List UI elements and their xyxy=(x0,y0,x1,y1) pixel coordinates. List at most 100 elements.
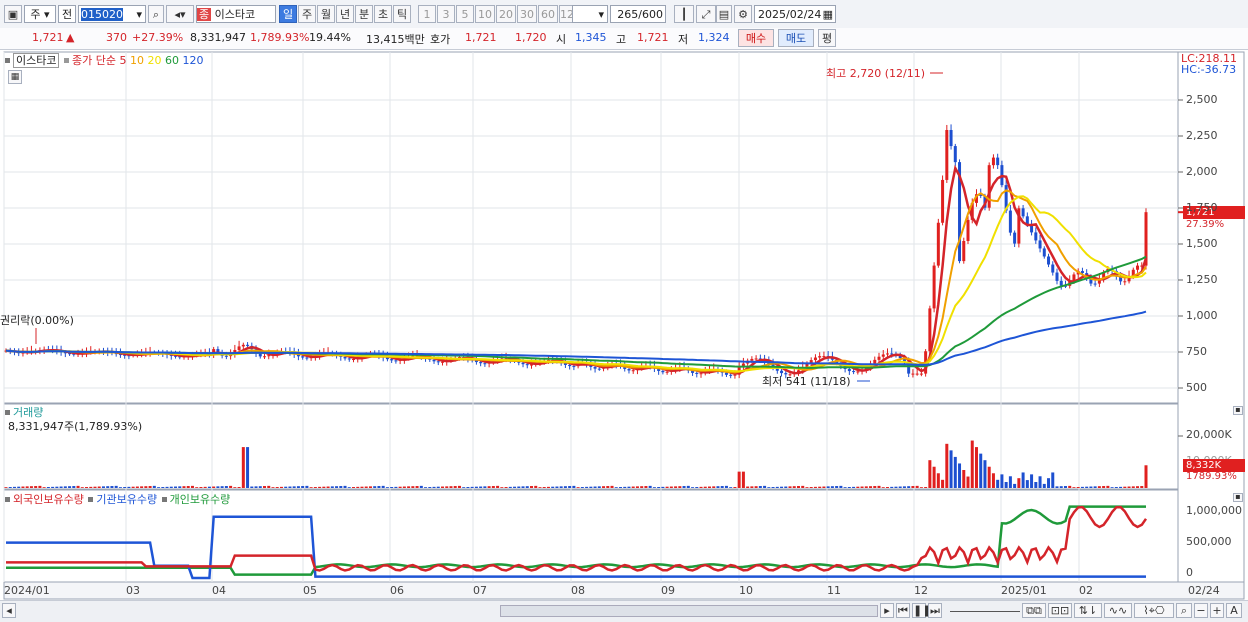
candle-body xyxy=(695,372,699,374)
volume-bar xyxy=(241,447,245,488)
volume-bar xyxy=(114,485,118,488)
volume-bar xyxy=(953,456,957,488)
calculator-icon[interactable]: ▦ xyxy=(8,70,22,84)
volume-bar xyxy=(1034,482,1038,488)
volume-bar xyxy=(101,486,105,488)
candle-body xyxy=(987,165,991,208)
volume-bar xyxy=(860,486,864,488)
volume-bar xyxy=(784,486,788,488)
volume-bar xyxy=(962,470,966,488)
candle-body xyxy=(818,356,822,358)
volume-bar xyxy=(856,486,860,488)
tools-icon[interactable]: ⌇⌖⎔ xyxy=(1134,603,1174,618)
scroll-right-icon[interactable]: ▸ xyxy=(880,603,894,618)
zoom-slider[interactable] xyxy=(950,607,1020,612)
volume-bar xyxy=(589,486,593,488)
legend-ma-20: 20 xyxy=(147,54,165,67)
volume-bar xyxy=(818,486,822,488)
volume-bar xyxy=(207,486,211,488)
volume-bar xyxy=(936,473,940,488)
volume-bar xyxy=(695,487,699,488)
volume-bar xyxy=(758,486,762,488)
overlay-icon[interactable]: ⊡⊡ xyxy=(1048,603,1072,618)
volume-bar xyxy=(741,471,745,488)
volume-bar xyxy=(538,487,542,488)
volume-bar xyxy=(919,487,923,488)
volume-bar xyxy=(869,486,873,488)
volume-bar xyxy=(233,487,237,488)
layout-icon[interactable]: ⧉⧉ xyxy=(1022,603,1046,618)
candle-body xyxy=(911,373,915,375)
volume-bar xyxy=(385,487,389,488)
volume-bar xyxy=(991,473,995,488)
volume-bar xyxy=(652,487,656,488)
volume-bar xyxy=(373,486,377,488)
volume-bar xyxy=(1017,478,1021,488)
volume-bar xyxy=(729,487,733,488)
x-axis-label-12: 02 xyxy=(1079,584,1093,597)
zoom-out-icon[interactable]: − xyxy=(1194,603,1208,618)
volume-bar xyxy=(275,487,279,488)
volume-bar xyxy=(152,485,156,488)
last-page-icon[interactable]: ⏭ xyxy=(928,603,942,618)
volume-bar xyxy=(118,487,122,488)
volume-panel-close-icon[interactable]: ▪ xyxy=(1233,406,1243,415)
volume-bar xyxy=(983,460,987,488)
volume-bar xyxy=(309,487,313,488)
volume-bar xyxy=(1110,487,1114,488)
volume-bar xyxy=(792,486,796,488)
line-tool-icon[interactable]: ∿∿ xyxy=(1104,603,1132,618)
volume-bar xyxy=(631,486,635,488)
volume-bar xyxy=(801,485,805,488)
first-page-icon[interactable]: ⏮ xyxy=(896,603,910,618)
volume-bar xyxy=(339,486,343,488)
candle-body xyxy=(754,358,758,360)
volume-bar xyxy=(559,486,563,488)
volume-bar xyxy=(1136,486,1140,488)
volume-bar xyxy=(1102,486,1106,488)
volume-bar xyxy=(517,486,521,488)
candle-body xyxy=(436,361,440,363)
zoom-icon[interactable]: ⌕ xyxy=(1176,603,1192,618)
volume-bar xyxy=(1097,486,1101,488)
candle-body xyxy=(1021,208,1025,217)
scroll-left-icon[interactable]: ◂ xyxy=(2,603,16,618)
ex-rights-annotation: 권리락(0.00%) xyxy=(0,314,74,327)
volume-bar xyxy=(902,486,906,488)
volume-bar xyxy=(212,486,216,488)
volume-bar xyxy=(449,486,453,488)
trend-tool-icon[interactable]: ⇅⇂ xyxy=(1074,603,1102,618)
volume-bar xyxy=(678,486,682,488)
volume-bar xyxy=(508,486,512,488)
volume-bar xyxy=(843,487,847,488)
volume-bar xyxy=(555,486,559,488)
price-tick-0: 2,500 xyxy=(1186,93,1218,106)
candle-body xyxy=(936,222,940,266)
pause-icon[interactable]: ❚❚ xyxy=(912,603,931,618)
font-size-icon[interactable]: A xyxy=(1226,603,1242,618)
candle-body xyxy=(953,146,957,163)
x-axis-label-10: 12 xyxy=(914,584,928,597)
zoom-in-icon[interactable]: + xyxy=(1210,603,1224,618)
candle-body xyxy=(750,358,754,361)
volume-bar xyxy=(182,486,186,488)
volume-bar xyxy=(657,487,661,488)
holding-panel-close-icon[interactable]: ▪ xyxy=(1233,493,1243,502)
x-axis-label-11: 2025/01 xyxy=(1001,584,1047,597)
volume-bar xyxy=(97,486,101,488)
volume-bar xyxy=(864,486,868,488)
candle-body xyxy=(1059,280,1063,286)
x-axis-label-7: 09 xyxy=(661,584,675,597)
volume-bar xyxy=(305,485,309,488)
volume-bar xyxy=(1004,482,1008,488)
scroll-thumb[interactable] xyxy=(500,605,878,617)
volume-bar xyxy=(551,486,555,488)
candle-body xyxy=(568,364,572,367)
volume-bar xyxy=(707,486,711,488)
stock-chart[interactable] xyxy=(0,0,1248,600)
volume-bar xyxy=(1047,478,1051,488)
volume-bar xyxy=(496,485,500,488)
candle-body xyxy=(813,357,817,361)
legend-foreign: 외국인보유수량 xyxy=(13,493,84,506)
candle-body xyxy=(996,157,1000,166)
